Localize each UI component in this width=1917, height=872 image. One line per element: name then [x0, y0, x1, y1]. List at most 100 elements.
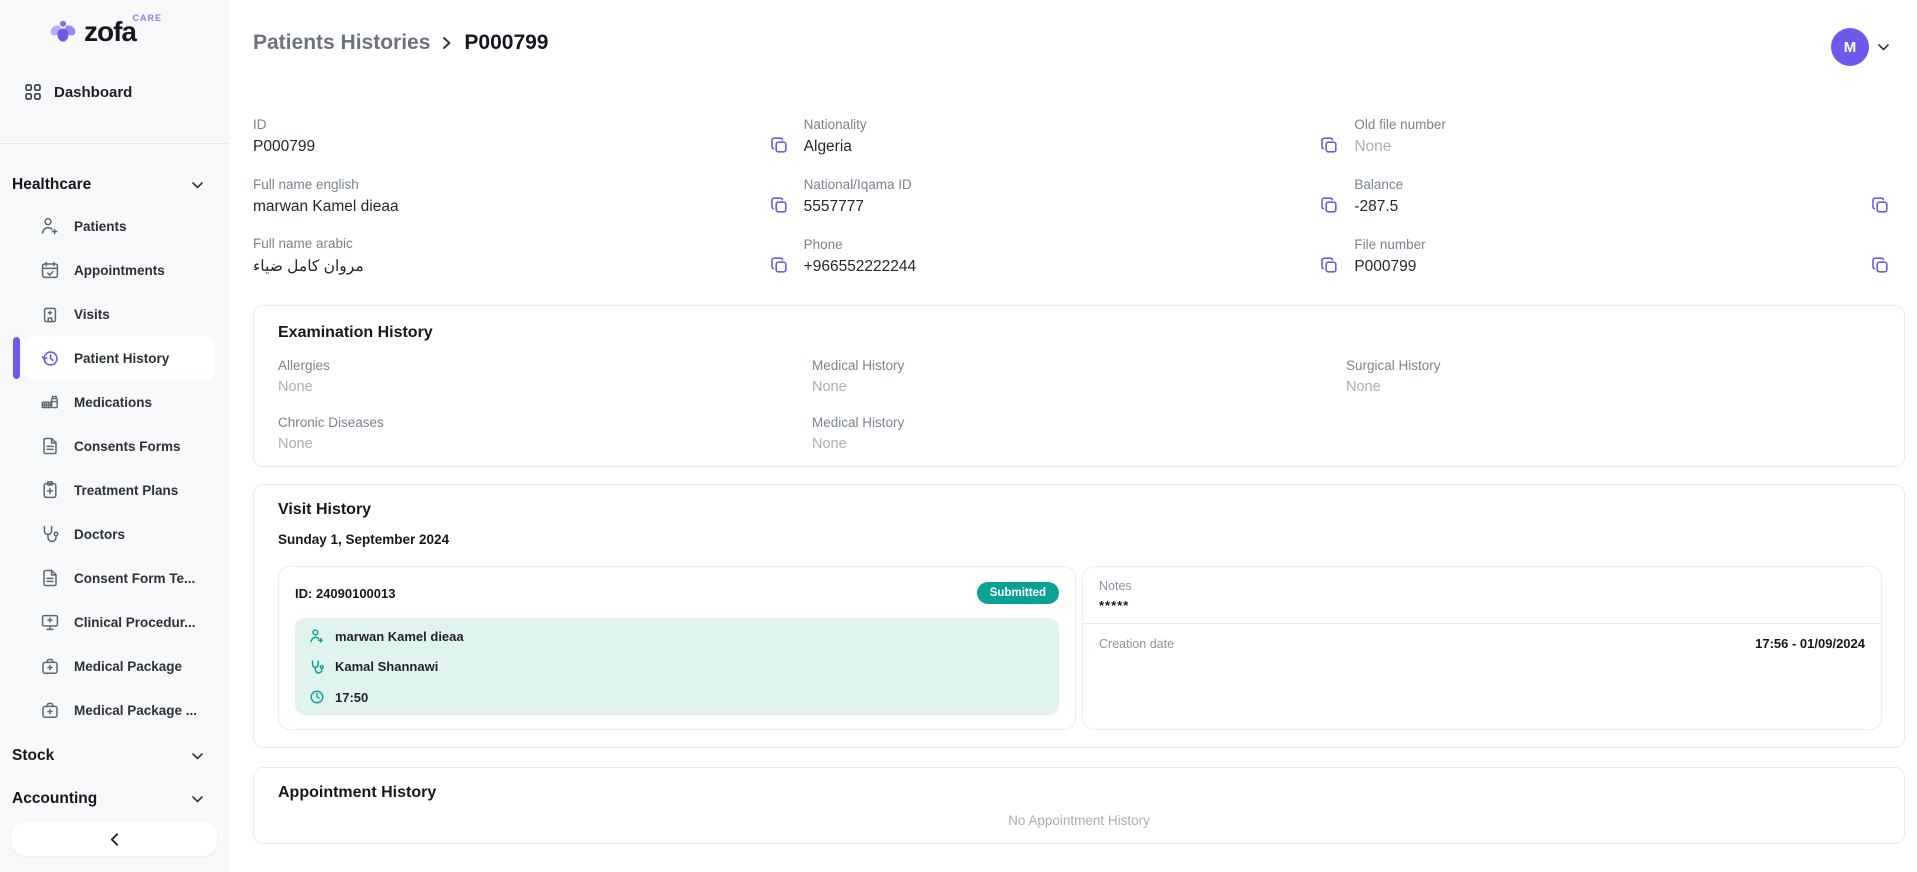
stethoscope-icon	[40, 524, 60, 544]
main-content: Patients Histories P000799 M IDP000799 N…	[229, 0, 1917, 872]
creation-date-label: Creation date	[1099, 637, 1174, 651]
notes-label: Notes	[1099, 579, 1865, 593]
sidebar-item-consent-form-templates[interactable]: Consent Form Te...	[0, 556, 215, 600]
sidebar-item-dashboard[interactable]: Dashboard	[12, 74, 217, 110]
breadcrumb-root-link[interactable]: Patients Histories	[253, 31, 430, 55]
field-nationality: NationalityAlgeria	[804, 114, 1355, 156]
sidebar-divider	[0, 143, 229, 144]
field-file-number: File numberP000799	[1354, 234, 1905, 276]
copy-icon[interactable]	[1320, 196, 1338, 214]
dashboard-grid-icon	[24, 83, 42, 101]
brand-suffix: CARE	[132, 13, 162, 23]
calendar-check-icon	[40, 260, 60, 280]
avatar[interactable]: M	[1831, 28, 1869, 66]
clock-history-icon	[40, 348, 60, 368]
patient-info-grid: IDP000799 NationalityAlgeria Old file nu…	[253, 114, 1905, 276]
appointment-history-card: Appointment History No Appointment Histo…	[253, 767, 1905, 844]
visit-patient-name: marwan Kamel dieaa	[335, 629, 464, 644]
section-label: Accounting	[12, 790, 97, 808]
medical-case-icon	[40, 700, 60, 720]
status-badge: Submitted	[977, 582, 1059, 604]
visit-notes-panel: Notes ***** Creation date 17:56 - 01/09/…	[1082, 566, 1882, 730]
sidebar-item-visits[interactable]: Visits	[0, 292, 215, 336]
examination-history-title: Examination History	[278, 324, 1880, 342]
brand-name: zofa	[84, 16, 136, 47]
visit-summary-card[interactable]: ID: 24090100013 Submitted marwan Kamel d…	[278, 566, 1076, 730]
field-phone: Phone+966552222244	[804, 234, 1355, 276]
copy-icon[interactable]	[1320, 256, 1338, 274]
chevron-right-icon	[442, 36, 452, 50]
chevron-down-icon	[192, 182, 203, 189]
dashboard-label: Dashboard	[54, 84, 132, 101]
sidebar-item-treatment-plans[interactable]: Treatment Plans	[0, 468, 215, 512]
sidebar-item-medical-package-2[interactable]: Medical Package ...	[0, 688, 215, 732]
stethoscope-icon	[309, 659, 325, 675]
chevron-left-icon	[110, 833, 119, 846]
copy-icon[interactable]	[1871, 256, 1889, 274]
copy-icon[interactable]	[1320, 136, 1338, 154]
breadcrumb-current: P000799	[464, 31, 548, 55]
notes-divider	[1083, 623, 1881, 624]
copy-icon[interactable]	[770, 196, 788, 214]
exam-field-allergies: AllergiesNone	[278, 358, 812, 395]
section-label: Stock	[12, 747, 54, 765]
sidebar-item-patients[interactable]: Patients	[0, 204, 215, 248]
sidebar-item-appointments[interactable]: Appointments	[0, 248, 215, 292]
field-id: IDP000799	[253, 114, 804, 156]
visit-date-heading: Sunday 1, September 2024	[278, 532, 1882, 547]
visit-history-title: Visit History	[278, 501, 1882, 519]
visit-details-panel: marwan Kamel dieaa Kamal Shannawi 17:50	[295, 618, 1059, 715]
appointment-history-title: Appointment History	[278, 784, 1880, 802]
visit-doctor-row: Kamal Shannawi	[309, 659, 1045, 675]
examination-grid: AllergiesNone Medical HistoryNone Surgic…	[278, 358, 1880, 452]
copy-icon[interactable]	[770, 256, 788, 274]
visit-history-card: Visit History Sunday 1, September 2024 I…	[253, 484, 1905, 748]
field-national-iqama-id: National/Iqama ID5557777	[804, 174, 1355, 216]
sidebar-section-stock[interactable]: Stock	[0, 744, 229, 768]
sidebar-section-accounting[interactable]: Accounting	[0, 787, 229, 811]
sidebar-item-medical-package[interactable]: Medical Package	[0, 644, 215, 688]
exam-field-medical-history-2: Medical HistoryNone	[812, 415, 1346, 452]
chevron-down-icon	[1878, 44, 1889, 51]
notes-value: *****	[1099, 598, 1865, 613]
exam-field-chronic-diseases: Chronic DiseasesNone	[278, 415, 812, 452]
sidebar-item-consents-forms[interactable]: Consents Forms	[0, 424, 215, 468]
healthcare-menu: Patients Appointments Visits Patient His…	[0, 204, 229, 732]
field-old-file-number: Old file numberNone	[1354, 114, 1905, 156]
person-plus-icon	[40, 216, 60, 236]
chevron-down-icon	[192, 753, 203, 760]
monitor-plus-icon	[40, 612, 60, 632]
sidebar-item-doctors[interactable]: Doctors	[0, 512, 215, 556]
visit-patient-row: marwan Kamel dieaa	[309, 628, 1045, 644]
sidebar-section-healthcare[interactable]: Healthcare	[0, 173, 229, 197]
breadcrumb: Patients Histories P000799	[253, 30, 1905, 56]
sidebar-item-medications[interactable]: Medications	[0, 380, 215, 424]
hospital-icon	[40, 304, 60, 324]
clipboard-plus-icon	[40, 480, 60, 500]
brand-flower-icon	[46, 16, 80, 52]
chevron-down-icon	[192, 796, 203, 803]
field-balance: Balance-287.5	[1354, 174, 1905, 216]
field-full-name-arabic: Full name arabicمروان كامل ضياء	[253, 234, 804, 276]
appointment-history-empty-text: No Appointment History	[278, 813, 1880, 828]
medical-case-icon	[40, 656, 60, 676]
user-menu[interactable]: M	[1831, 28, 1889, 66]
visit-doctor-name: Kamal Shannawi	[335, 659, 438, 674]
copy-icon[interactable]	[770, 136, 788, 154]
visit-id: ID: 24090100013	[295, 586, 395, 601]
document-icon	[40, 436, 60, 456]
creation-date-value: 17:56 - 01/09/2024	[1755, 636, 1865, 651]
visit-time-row: 17:50	[309, 689, 1045, 705]
visit-time: 17:50	[335, 690, 368, 705]
sidebar: zofa CARE Dashboard Healthcare Patients	[0, 0, 229, 872]
sidebar-item-clinical-procedures[interactable]: Clinical Procedur...	[0, 600, 215, 644]
brand-logo[interactable]: zofa CARE	[46, 12, 229, 56]
section-label: Healthcare	[12, 176, 91, 194]
exam-field-surgical-history: Surgical HistoryNone	[1346, 358, 1880, 395]
sidebar-item-patient-history[interactable]: Patient History	[24, 336, 215, 380]
visit-entry: ID: 24090100013 Submitted marwan Kamel d…	[278, 566, 1882, 730]
copy-icon[interactable]	[1871, 196, 1889, 214]
exam-field-medical-history: Medical HistoryNone	[812, 358, 1346, 395]
app-window: zofa CARE Dashboard Healthcare Patients	[0, 0, 1917, 872]
sidebar-collapse-button[interactable]	[12, 822, 217, 856]
